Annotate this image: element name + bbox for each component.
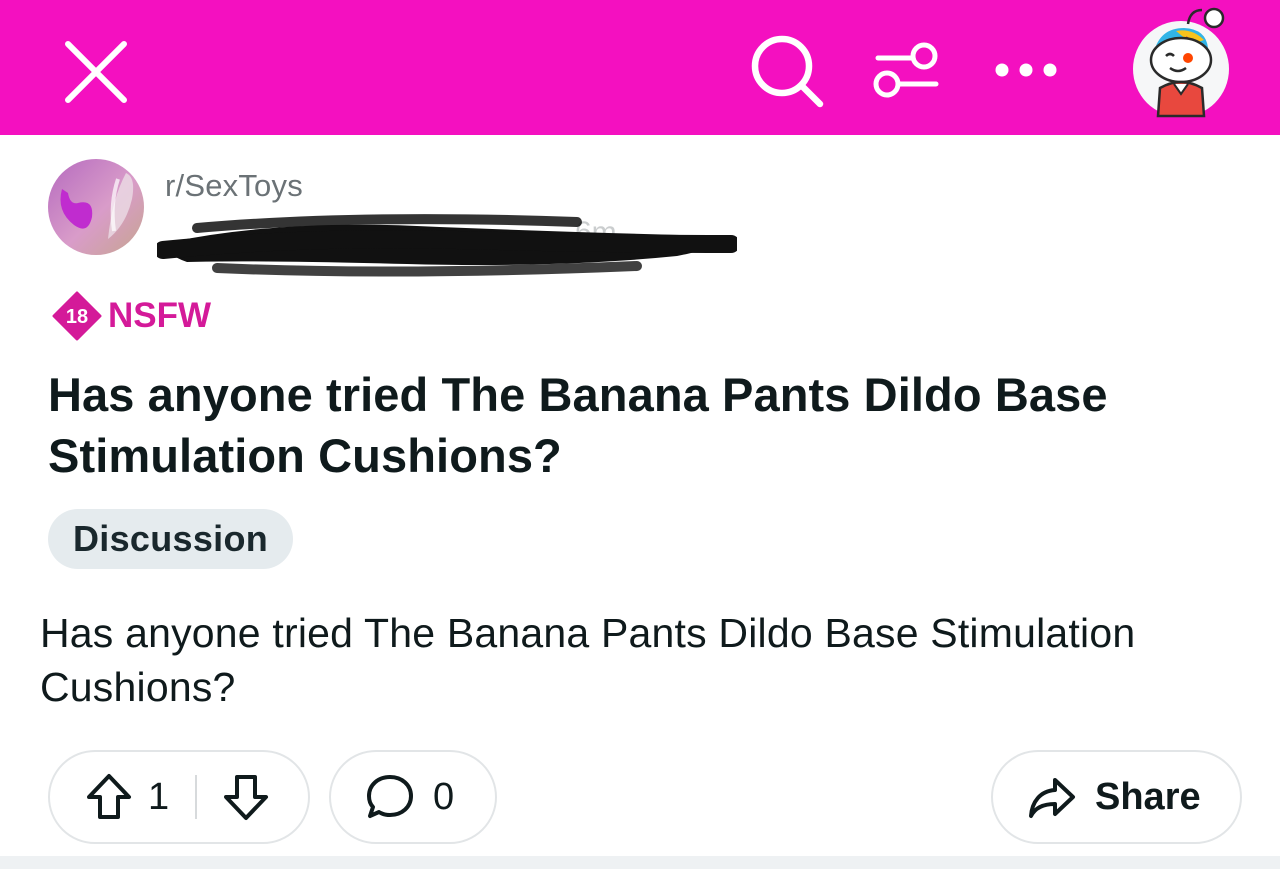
- user-avatar[interactable]: [1126, 2, 1238, 120]
- share-label: Share: [1095, 775, 1201, 818]
- share-button[interactable]: Share: [991, 750, 1242, 844]
- vote-control: 1: [48, 750, 310, 844]
- nsfw-18-icon: 18: [52, 291, 102, 341]
- author-and-time: 6m: [157, 212, 737, 277]
- search-icon[interactable]: [748, 32, 828, 112]
- comment-count: 0: [433, 775, 455, 818]
- subreddit-avatar[interactable]: [48, 159, 144, 255]
- vote-divider: [195, 775, 198, 819]
- downvote-icon[interactable]: [221, 772, 271, 822]
- post-title[interactable]: Has anyone tried The Banana Pants Dildo …: [48, 364, 1238, 486]
- share-icon: [1029, 778, 1075, 818]
- post-flair[interactable]: Discussion: [48, 509, 294, 569]
- comments-button[interactable]: 0: [329, 750, 497, 844]
- more-icon[interactable]: [990, 50, 1062, 90]
- upvote-icon[interactable]: [84, 772, 134, 822]
- feed-divider: [0, 856, 1280, 869]
- upvote-count: 1: [148, 775, 170, 818]
- filter-icon[interactable]: [866, 36, 946, 108]
- nsfw-tag: 18 NSFW: [52, 291, 212, 341]
- comment-icon: [367, 775, 413, 818]
- redaction-scribble: [157, 214, 737, 277]
- post-body: Has anyone tried The Banana Pants Dildo …: [40, 610, 1136, 710]
- nsfw-label: NSFW: [108, 296, 212, 335]
- close-icon[interactable]: [60, 36, 132, 108]
- top-app-bar: [0, 0, 1280, 135]
- subreddit-name[interactable]: r/SexToys: [165, 168, 303, 204]
- svg-text:18: 18: [66, 306, 88, 328]
- subreddit-avatar-image: [48, 159, 144, 255]
